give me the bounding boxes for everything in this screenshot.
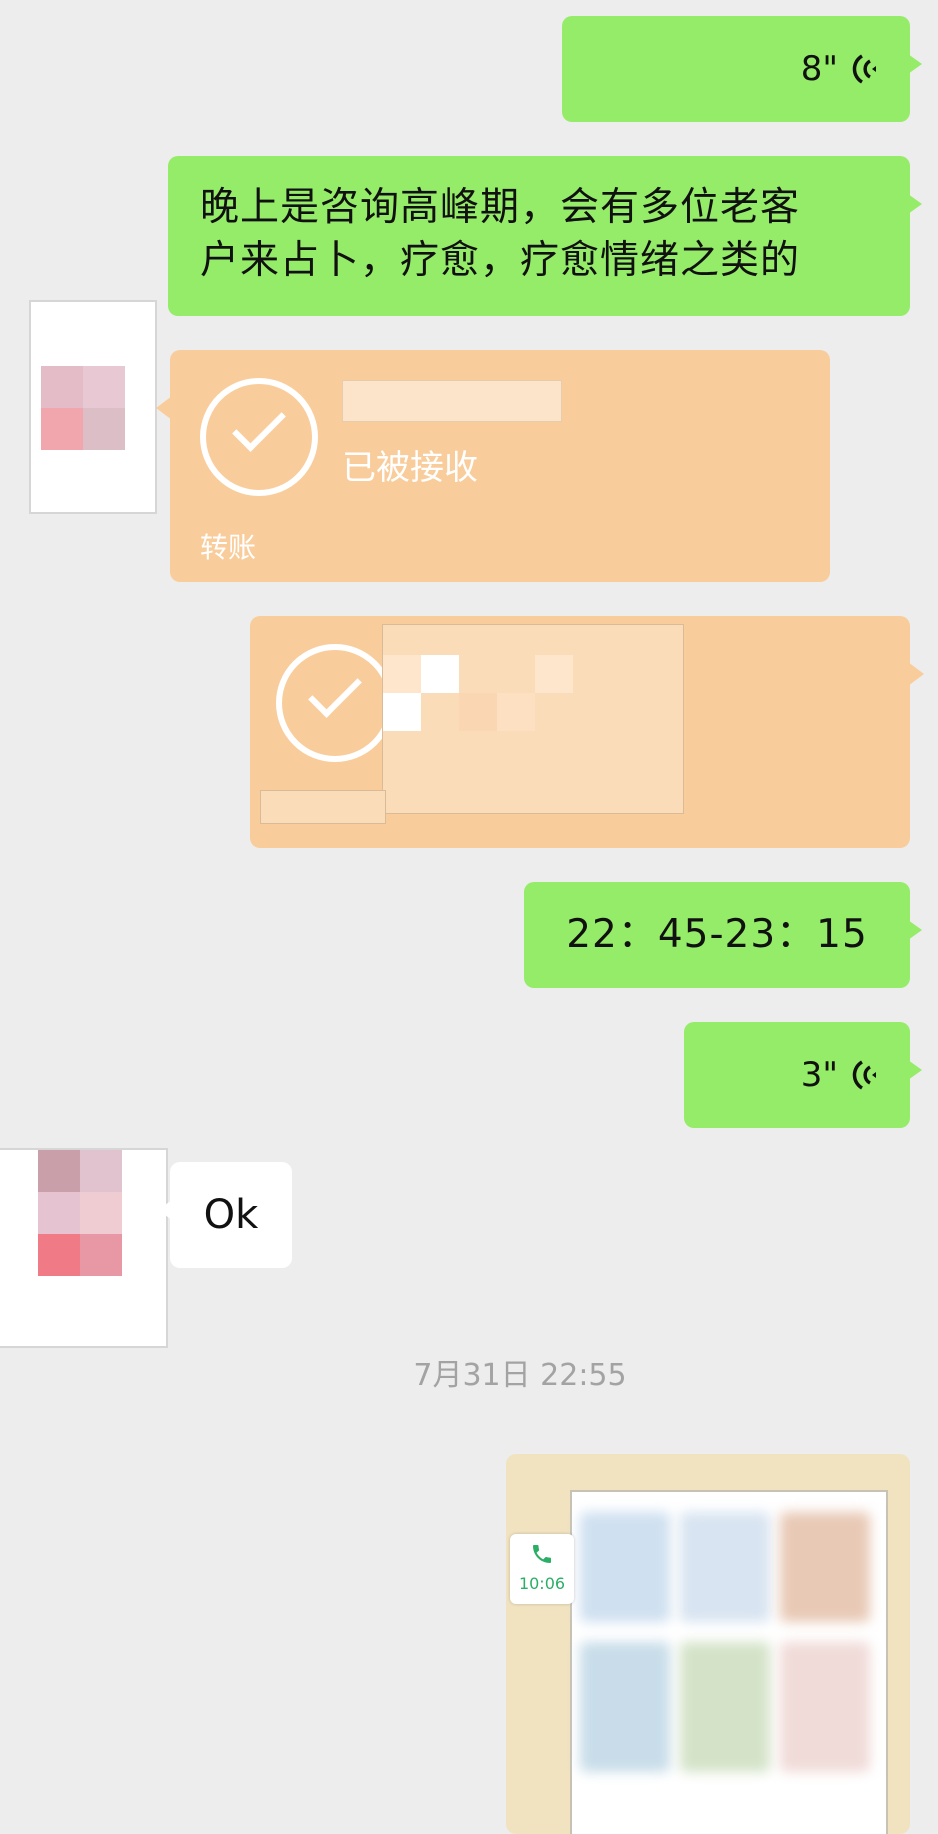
voice-message-bubble[interactable]: 3"	[684, 1022, 922, 1128]
check-icon	[276, 644, 394, 762]
phone-icon	[533, 1545, 551, 1563]
voice-duration: 8"	[800, 49, 838, 89]
voice-duration: 3"	[800, 1055, 838, 1095]
message-line: 户来占卜，疗愈，疗愈情绪之类的	[200, 237, 801, 283]
message-line: 晚上是咨询高峰期，会有多位老客	[200, 185, 801, 230]
call-card[interactable]: 10:06	[510, 1534, 574, 1604]
image-frame	[570, 1490, 888, 1834]
avatar[interactable]	[0, 1148, 168, 1348]
redacted-amount	[342, 380, 562, 422]
avatar[interactable]	[29, 300, 157, 514]
text-message-bubble[interactable]: Ok	[158, 1162, 292, 1268]
redacted-area	[382, 624, 684, 814]
voice-message-bubble[interactable]: 8"	[562, 16, 922, 122]
voice-icon	[852, 54, 876, 84]
call-time: 10:06	[518, 1574, 566, 1593]
image-message[interactable]: 10:06	[506, 1454, 910, 1834]
transfer-label: 转账	[200, 531, 257, 564]
transfer-card[interactable]: 已被接收 转账	[156, 350, 830, 582]
redacted-label	[260, 790, 386, 824]
message-text: Ok	[203, 1192, 259, 1238]
text-message-bubble[interactable]: 22：45-23：15	[524, 882, 922, 988]
text-message-bubble[interactable]: 晚上是咨询高峰期，会有多位老客 户来占卜，疗愈，疗愈情绪之类的	[168, 156, 922, 316]
check-icon	[200, 378, 318, 496]
transfer-status: 已被接收	[342, 448, 478, 488]
voice-icon	[852, 1060, 876, 1090]
transfer-card[interactable]	[250, 616, 924, 848]
timestamp: 7月31日 22:55	[413, 1358, 627, 1393]
message-text: 22：45-23：15	[566, 911, 868, 957]
